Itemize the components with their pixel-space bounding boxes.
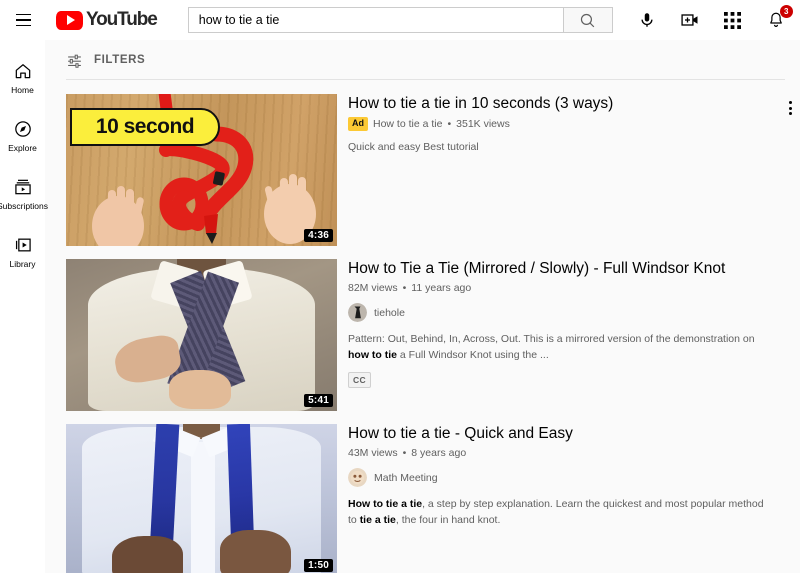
filters-button[interactable]: FILTERS	[66, 52, 145, 69]
video-thumbnail[interactable]: 5:41	[66, 259, 337, 411]
library-icon	[13, 234, 33, 256]
video-subline: Ad How to tie a tie • 351K views	[348, 117, 772, 132]
upload-age: 8 years ago	[411, 447, 467, 460]
thumbnail-art-white-shirt-patterned-tie	[66, 259, 337, 411]
sidebar-item-library-label: Library	[9, 258, 36, 269]
subline-separator: •	[402, 447, 407, 460]
video-subline: 82M views • 11 years ago	[348, 282, 772, 294]
hamburger-menu-icon[interactable]	[11, 8, 35, 32]
search-box[interactable]	[187, 7, 563, 33]
video-title[interactable]: How to tie a tie - Quick and Easy	[348, 424, 772, 443]
notification-count-badge: 3	[779, 5, 793, 18]
cc-badge: CC	[348, 371, 372, 388]
search-button[interactable]	[562, 7, 613, 33]
video-description: How to tie a tie, a step by step explana…	[348, 497, 772, 527]
description-highlight: how to tie	[348, 348, 397, 361]
description-highlight-2: tie a tie	[359, 513, 396, 526]
channel-row[interactable]: Math Meeting	[348, 468, 772, 488]
upload-age: 11 years ago	[411, 282, 472, 295]
masthead: YouTube how to tie a tie 3	[0, 0, 800, 40]
video-title[interactable]: How to tie a tie in 10 seconds (3 ways)	[348, 94, 772, 113]
thumbnail-banner-text: 10 second	[95, 115, 195, 138]
filters-sliders-icon	[68, 54, 81, 68]
description-highlight-1: How to tie a tie	[348, 498, 423, 511]
video-metadata: How to Tie a Tie (Mirrored / Slowly) - F…	[337, 259, 800, 411]
notifications-button[interactable]: 3	[764, 5, 793, 32]
video-description: Quick and easy Best tutorial	[348, 141, 479, 154]
hand-right	[220, 530, 291, 573]
search-icon	[581, 13, 595, 27]
compass-icon	[13, 118, 33, 140]
video-title[interactable]: How to Tie a Tie (Mirrored / Slowly) - F…	[348, 259, 772, 278]
youtube-play-icon	[56, 10, 83, 30]
description-part-2: , the four in hand knot.	[395, 513, 501, 526]
video-duration: 1:50	[304, 559, 333, 572]
filters-divider	[66, 79, 785, 80]
subline-separator: •	[447, 118, 452, 131]
sidebar-item-home-label: Home	[11, 84, 34, 95]
sidebar-item-subscriptions-label: Subscriptions	[0, 200, 49, 211]
youtube-apps-grid-icon[interactable]	[721, 8, 745, 32]
search-result-item[interactable]: 10 second 4:36 How to tie a tie in 10 se…	[66, 94, 800, 246]
thumbnail-banner: 10 second	[70, 108, 220, 146]
math-meeting-avatar	[348, 468, 367, 488]
microphone-icon[interactable]	[635, 8, 659, 32]
tie-strand-right	[226, 424, 254, 543]
hand-left	[112, 536, 183, 573]
ad-badge: Ad	[348, 117, 368, 132]
masthead-right: 3	[635, 5, 800, 33]
search-result-item[interactable]: 1:50 How to tie a tie - Quick and Easy 4…	[66, 424, 800, 573]
filters-bar: FILTERS	[45, 40, 800, 80]
video-metadata: How to tie a tie in 10 seconds (3 ways) …	[337, 94, 800, 246]
video-description: Pattern: Out, Behind, In, Across, Out. T…	[348, 332, 772, 362]
youtube-logo-text: YouTube	[86, 9, 158, 30]
sidebar-item-library[interactable]: Library	[0, 222, 45, 280]
view-count: 82M views	[348, 282, 398, 295]
tiehole-avatar	[348, 303, 367, 323]
sidebar-item-explore-label: Explore	[8, 142, 37, 153]
search-result-item[interactable]: 5:41 How to Tie a Tie (Mirrored / Slowly…	[66, 259, 800, 411]
sidebar-item-home[interactable]: Home	[0, 48, 45, 106]
masthead-left: YouTube	[0, 8, 158, 32]
video-duration: 4:36	[304, 229, 333, 242]
create-video-icon[interactable]	[678, 8, 702, 32]
advertiser-name[interactable]: How to tie a tie	[373, 118, 442, 130]
view-count: 43M views	[348, 447, 398, 460]
shirt-placket	[190, 442, 216, 573]
thumbnail-art-white-shirt-blue-tie	[66, 424, 337, 573]
search-results-page: FILTERS 10 second 4:36 How to tie a tie …	[45, 40, 800, 573]
sidebar: Home Explore Subscriptions Library	[0, 40, 49, 573]
more-options-icon[interactable]	[780, 96, 800, 120]
subline-separator: •	[402, 282, 407, 295]
sidebar-item-subscriptions[interactable]: Subscriptions	[0, 164, 49, 222]
video-duration: 5:41	[304, 394, 333, 407]
video-metadata: How to tie a tie - Quick and Easy 43M vi…	[337, 424, 800, 573]
home-icon	[13, 60, 33, 82]
search-area	[187, 7, 613, 33]
description-part-2: a Full Windsor Knot using the ...	[397, 348, 549, 361]
sidebar-item-explore[interactable]: Explore	[0, 106, 45, 164]
view-count: 351K views	[456, 118, 510, 131]
channel-row[interactable]: tiehole	[348, 303, 772, 323]
video-subline: 43M views • 8 years ago	[348, 447, 772, 459]
hand-right	[168, 369, 232, 410]
results-list: 10 second 4:36 How to tie a tie in 10 se…	[45, 80, 800, 573]
channel-name[interactable]: Math Meeting	[374, 472, 438, 484]
filters-label: FILTERS	[94, 54, 146, 66]
channel-name[interactable]: tiehole	[374, 307, 405, 319]
video-thumbnail[interactable]: 1:50	[66, 424, 337, 573]
youtube-logo[interactable]: YouTube	[56, 9, 158, 31]
description-part-1: Pattern: Out, Behind, In, Across, Out. T…	[348, 333, 755, 346]
video-thumbnail[interactable]: 10 second 4:36	[66, 94, 337, 246]
search-input[interactable]	[196, 12, 555, 28]
thumbnail-art-wooden-desk-red-tie: 10 second	[66, 94, 337, 246]
subscriptions-icon	[13, 176, 33, 198]
